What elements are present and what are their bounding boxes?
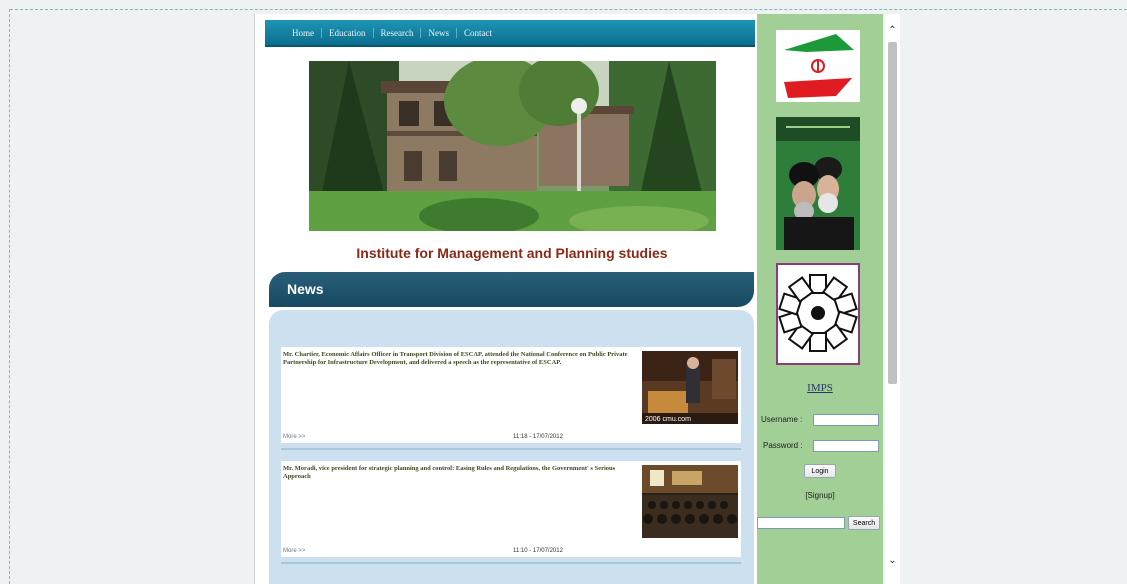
signup-link[interactable]: [Signup]	[757, 491, 883, 500]
search-input[interactable]	[757, 517, 845, 529]
leaders-portrait-image	[776, 117, 860, 250]
vertical-scrollbar[interactable]: ⌃ ⌄	[885, 14, 900, 584]
imps-logo	[776, 263, 860, 365]
news-heading: News	[287, 281, 324, 297]
scroll-up-arrow-icon[interactable]: ⌃	[885, 24, 900, 38]
news-separator	[281, 448, 741, 450]
news-thumb-caption: 2006 cmu.com	[645, 416, 691, 423]
username-input[interactable]	[813, 414, 879, 426]
news-item-image[interactable]	[642, 465, 738, 538]
password-input[interactable]	[813, 440, 879, 452]
news-item-text[interactable]: Mr. Moradi, vice president for strategic…	[283, 465, 638, 481]
site-title: Institute for Management and Planning st…	[356, 245, 668, 261]
news-item: Mr. Chartier, Economic Affairs Officer i…	[281, 347, 741, 443]
news-panel: Mr. Chartier, Economic Affairs Officer i…	[269, 310, 754, 584]
institute-building-photo	[309, 61, 716, 231]
nav-research[interactable]: Research	[374, 27, 422, 38]
top-navigation: Home Education Research News Contact	[265, 20, 755, 47]
news-item-text[interactable]: Mr. Chartier, Economic Affairs Officer i…	[283, 351, 638, 367]
news-item-image[interactable]: 2006 cmu.com	[642, 351, 738, 424]
page-border-left	[9, 9, 10, 584]
website-page: Home Education Research News Contact Ins…	[254, 14, 900, 584]
main-column: Home Education Research News Contact Ins…	[254, 14, 758, 584]
news-date: 11:10 - 17/07/2012	[513, 548, 563, 554]
username-label: Username :	[761, 415, 803, 424]
imps-link[interactable]: IMPS	[757, 382, 883, 394]
more-link[interactable]: More >>	[283, 434, 305, 440]
nav-news[interactable]: News	[421, 27, 457, 38]
scroll-down-arrow-icon[interactable]: ⌄	[885, 554, 900, 568]
search-button[interactable]: Search	[848, 516, 880, 530]
nav-contact[interactable]: Contact	[457, 28, 499, 38]
more-link[interactable]: More >>	[283, 548, 305, 554]
password-label: Password :	[763, 441, 803, 450]
nav-education[interactable]: Education	[322, 27, 374, 38]
login-button[interactable]: Login	[804, 464, 836, 478]
news-item: Mr. Moradi, vice president for strategic…	[281, 461, 741, 557]
nav-home[interactable]: Home	[285, 27, 322, 38]
news-separator	[281, 562, 741, 564]
page-border-top	[10, 9, 1127, 10]
news-section-header: News	[269, 272, 754, 307]
right-sidebar: IMPS Username : Password : Login [Signup…	[757, 14, 883, 584]
iran-flag-image	[776, 30, 860, 102]
scrollbar-thumb[interactable]	[888, 42, 897, 384]
news-date: 11:18 - 17/07/2012	[513, 434, 563, 440]
